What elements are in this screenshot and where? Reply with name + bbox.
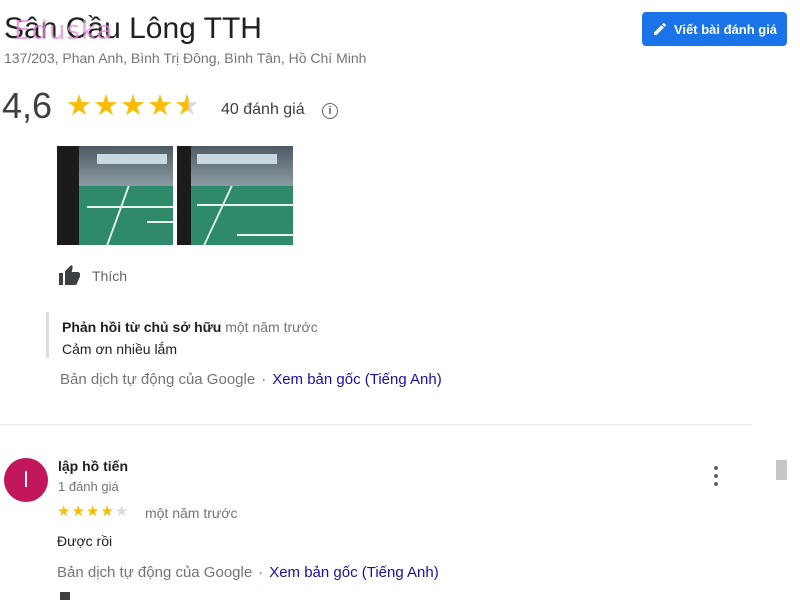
review-count-link[interactable]: 40 đánh giá <box>221 101 305 119</box>
rating-stars: ★ ★ ★ ★ ★ <box>66 91 200 121</box>
like-button-label[interactable]: Thích <box>92 268 127 284</box>
more-options-icon[interactable] <box>710 466 722 486</box>
review-divider <box>0 424 752 425</box>
star-icon: ★ <box>93 90 119 122</box>
place-address: 137/203, Phan Anh, Bình Trị Đông, Bình T… <box>4 50 367 66</box>
reviewer-review-count: 1 đánh giá <box>58 479 119 494</box>
review-text: Được rồi <box>57 533 113 549</box>
star-icon: ★ <box>57 503 71 520</box>
translation-row: Bản dịch tự động của Google · Xem bản gốc … <box>60 371 442 388</box>
thumbs-up-icon[interactable] <box>60 592 70 600</box>
view-original-link[interactable]: Xem bản gốc (Tiếng Anh) <box>269 564 439 581</box>
thumbs-up-icon[interactable] <box>58 264 82 292</box>
review-photo[interactable] <box>177 146 293 245</box>
reviewer-name[interactable]: lập hồ tiến <box>58 458 128 474</box>
separator-dot: · <box>261 371 267 388</box>
half-star-icon: ★ <box>174 90 200 122</box>
pencil-icon <box>653 22 666 35</box>
review-time: một năm trước <box>145 505 238 521</box>
write-review-label: Viết bài đánh giá <box>673 21 778 37</box>
star-icon: ★ <box>120 90 146 122</box>
star-icon: ★ <box>71 503 85 520</box>
review-stars: ★ ★ ★ ★ ★ <box>57 503 128 521</box>
watermark-logo: Eduska <box>14 16 114 46</box>
reply-divider <box>46 312 49 358</box>
empty-star-icon: ★ <box>114 503 129 520</box>
translation-note: Bản dịch tự động của Google <box>57 564 253 581</box>
review-photo[interactable] <box>57 146 173 245</box>
rating-value: 4,6 <box>2 85 53 126</box>
translation-row: Bản dịch tự động của Google · Xem bản gốc … <box>57 564 439 581</box>
star-icon: ★ <box>85 503 100 520</box>
translation-note: Bản dịch tự động của Google <box>60 371 256 388</box>
star-icon: ★ <box>66 90 92 122</box>
star-icon: ★ <box>100 503 114 520</box>
scrollbar-thumb[interactable] <box>776 460 787 480</box>
view-original-link[interactable]: Xem bản gốc (Tiếng Anh) <box>272 371 442 388</box>
owner-reply-text: Cảm ơn nhiều lắm <box>62 341 178 357</box>
write-review-button[interactable]: Viết bài đánh giá <box>642 12 787 46</box>
separator-dot: · <box>258 564 264 581</box>
star-icon: ★ <box>147 90 173 122</box>
avatar[interactable]: l <box>4 458 48 502</box>
owner-reply-header: Phản hồi từ chủ sở hữu một năm trước <box>62 319 318 335</box>
info-icon[interactable]: i <box>322 103 338 119</box>
owner-reply-time: một năm trước <box>225 319 318 335</box>
owner-reply-title: Phản hồi từ chủ sở hữu <box>62 319 222 335</box>
